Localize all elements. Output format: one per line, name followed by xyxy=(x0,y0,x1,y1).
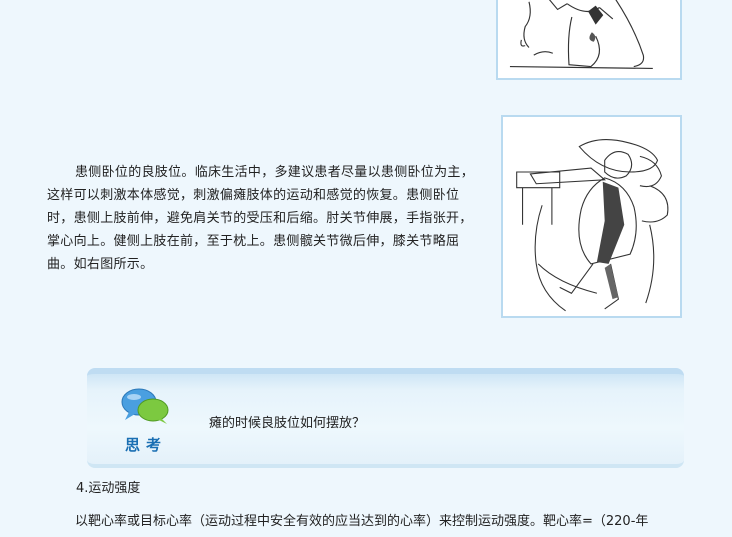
top-patient-illustration xyxy=(496,0,682,80)
top-illustration-drawing xyxy=(509,0,653,70)
think-label: 思考 xyxy=(125,436,168,454)
side-lying-illustration xyxy=(501,115,682,318)
section-heading: 4.运动强度 xyxy=(76,481,141,496)
think-callout-box: 思考 瘫的时候良肢位如何摆放？ xyxy=(87,368,684,468)
exercise-intensity-paragraph: 以靶心率或目标心率（运动过程中安全有效的应当达到的心率）来控制运动强度。靶心率=… xyxy=(75,514,649,529)
think-question: 瘫的时候良肢位如何摆放？ xyxy=(209,416,366,431)
side-lying-drawing xyxy=(516,139,669,312)
speech-bubbles-icon xyxy=(121,388,169,424)
side-lying-paragraph: 患侧卧位的良肢位。临床生活中，多建议患者尽量以患侧卧位为主，这样可以刺激本体感觉… xyxy=(47,165,475,272)
